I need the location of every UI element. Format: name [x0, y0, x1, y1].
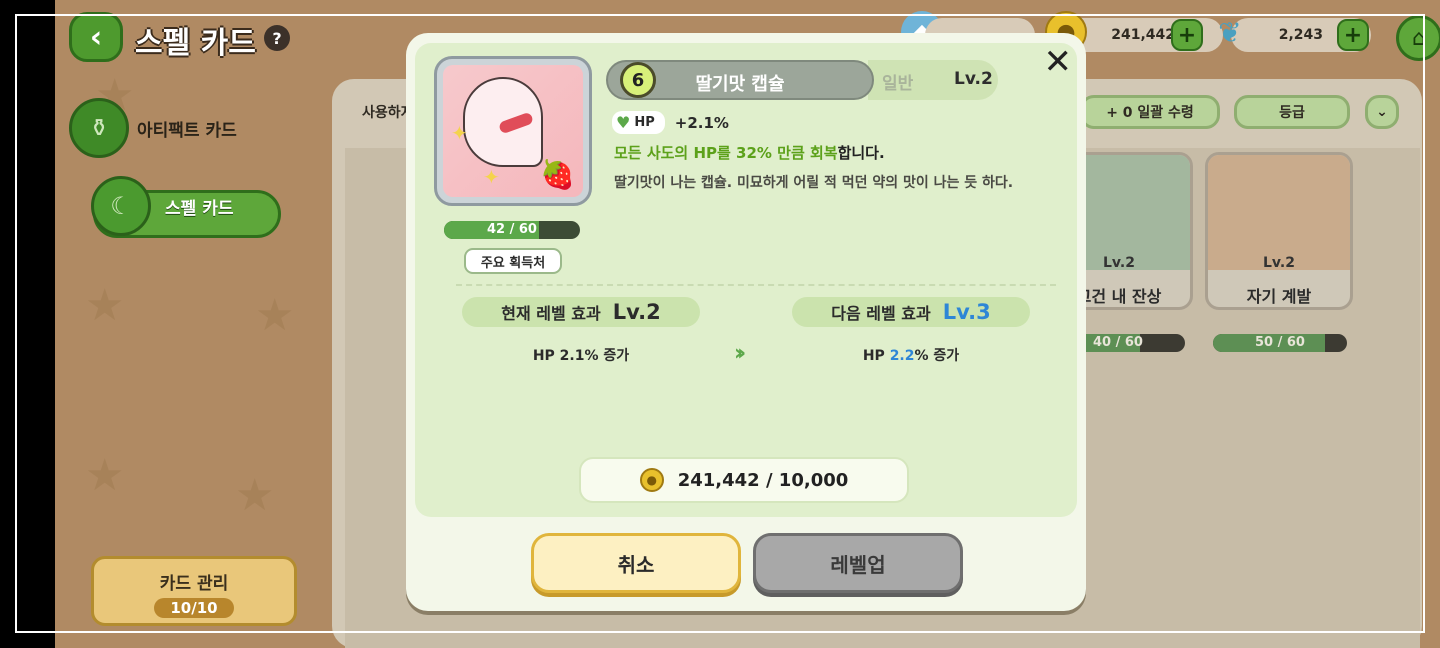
- game-screen: ★ ★ ★ ★ ★ ‹ 스펠 카드 ? ◆ 241,442 ● + 2,243 …: [55, 0, 1440, 648]
- card-progress-text: 42 / 60: [487, 222, 537, 237]
- spell-icon: ☾: [91, 176, 151, 236]
- effect-highlight: 모든 사도의 HP를 32% 만큼 회복: [614, 144, 838, 162]
- chevron-left-icon: ‹: [89, 19, 103, 55]
- card-manage-button[interactable]: 카드 관리 10/10: [91, 556, 297, 626]
- stat-tag: ♥ HP: [612, 111, 665, 134]
- leaf-icon: ❦: [1218, 15, 1242, 49]
- card-illustration: ✦ ✦ 🍓: [434, 56, 592, 206]
- sidebar-item-spell-card[interactable]: ☾ 스펠 카드: [91, 176, 233, 236]
- card-progress-bar: 42 / 60: [444, 221, 580, 239]
- double-arrow-icon: ››: [734, 341, 746, 366]
- grade-sort-label: 등급: [1279, 105, 1305, 121]
- spell-card-item[interactable]: Lv.2 자기 계발: [1205, 152, 1353, 310]
- card-art-inner: ✦ ✦ 🍓: [443, 65, 583, 197]
- stat-row: ♥ HP +2.1%: [612, 111, 729, 134]
- effect-tail: 합니다.: [837, 144, 885, 162]
- current-level-effect: HP 2.1% 증가: [532, 348, 630, 364]
- home-button[interactable]: ⌂: [1396, 15, 1440, 61]
- strawberry-icon: 🍓: [540, 158, 575, 191]
- stat-value: +2.1%: [674, 113, 729, 132]
- background-pattern: ★: [255, 290, 295, 341]
- rarity-label: 일반: [882, 74, 914, 94]
- current-level-value: Lv.2: [612, 300, 661, 324]
- sparkle-icon: ✦: [451, 121, 468, 145]
- close-icon[interactable]: ✕: [1044, 45, 1073, 79]
- sidebar-item-label: 아티팩트 카드: [137, 120, 237, 141]
- next-effect-prefix: HP: [862, 348, 890, 364]
- next-level-label: 다음 레벨 효과: [831, 304, 931, 323]
- card-progress-bar: 50 / 60: [1213, 334, 1347, 352]
- add-leaf-button[interactable]: +: [1337, 19, 1369, 51]
- expand-filter-button[interactable]: ⌄: [1365, 95, 1399, 129]
- bulk-claim-label: + 0 일괄 수령: [1106, 105, 1194, 121]
- add-gold-button[interactable]: +: [1171, 19, 1203, 51]
- card-detail-modal: ✕ ✦ ✦ 🍓 42 / 60 주요 획득처 딸기맛 캡슐 6 일반 Lv.2 …: [406, 33, 1086, 611]
- background-pattern: ★: [85, 280, 125, 331]
- cancel-button[interactable]: 취소: [531, 533, 741, 593]
- current-level-header: 현재 레벨 효과 Lv.2: [462, 297, 700, 327]
- card-art: [1208, 155, 1350, 270]
- card-name: 자기 계발: [1246, 287, 1312, 306]
- card-effect-description: 모든 사도의 HP를 32% 만큼 회복합니다.: [614, 142, 885, 163]
- next-effect-value: 2.2: [889, 348, 915, 364]
- artifact-icon: ⚱: [69, 98, 129, 158]
- stat-label: HP: [634, 115, 655, 130]
- background-pattern: ★: [85, 450, 125, 501]
- card-progress-text: 40 / 60: [1093, 335, 1143, 350]
- chevron-down-icon: ⌄: [1376, 104, 1388, 120]
- cost-text: 241,442 / 10,000: [677, 469, 849, 491]
- next-effect-suffix: % 증가: [914, 348, 960, 364]
- levelup-button[interactable]: 레벨업: [753, 533, 963, 593]
- heart-icon: ♥: [616, 113, 631, 132]
- home-icon: ⌂: [1412, 25, 1426, 51]
- grade-sort-button[interactable]: 등급: [1234, 95, 1350, 129]
- current-level-label: 현재 레벨 효과: [501, 304, 601, 323]
- sidebar-item-label: 스펠 카드: [165, 198, 234, 219]
- back-button[interactable]: ‹: [69, 12, 123, 62]
- sparkle-icon: ✦: [483, 165, 500, 189]
- next-level-effect: HP 2.2% 증가: [792, 345, 1030, 365]
- card-progress-text: 50 / 60: [1255, 335, 1305, 350]
- card-flavor-text: 딸기맛이 나는 캡슐. 미묘하게 어릴 적 먹던 약의 맛이 나는 듯 하다.: [614, 175, 1014, 191]
- divider: [456, 284, 1056, 286]
- card-level: Lv.2: [954, 69, 993, 89]
- cost-badge: 6: [620, 62, 656, 98]
- help-icon[interactable]: ?: [264, 25, 290, 51]
- bulk-claim-button[interactable]: + 0 일괄 수령: [1080, 95, 1220, 129]
- sidebar-item-artifact-card[interactable]: ⚱ 아티팩트 카드: [69, 98, 237, 158]
- levelup-cost: ● 241,442 / 10,000: [579, 457, 909, 503]
- next-level-header: 다음 레벨 효과 Lv.3: [792, 297, 1030, 327]
- card-level: Lv.2: [1263, 255, 1295, 271]
- background-pattern: ★: [235, 470, 275, 521]
- page-title: 스펠 카드: [135, 26, 256, 61]
- card-manage-label: 카드 관리: [159, 574, 229, 594]
- gold-amount: 241,442: [1111, 27, 1175, 43]
- leaf-amount: 2,243: [1278, 27, 1323, 43]
- acquisition-source-button[interactable]: 주요 획득처: [464, 248, 562, 274]
- card-manage-count: 10/10: [154, 598, 234, 618]
- next-level-value: Lv.3: [942, 300, 991, 324]
- coin-icon: ●: [639, 468, 664, 492]
